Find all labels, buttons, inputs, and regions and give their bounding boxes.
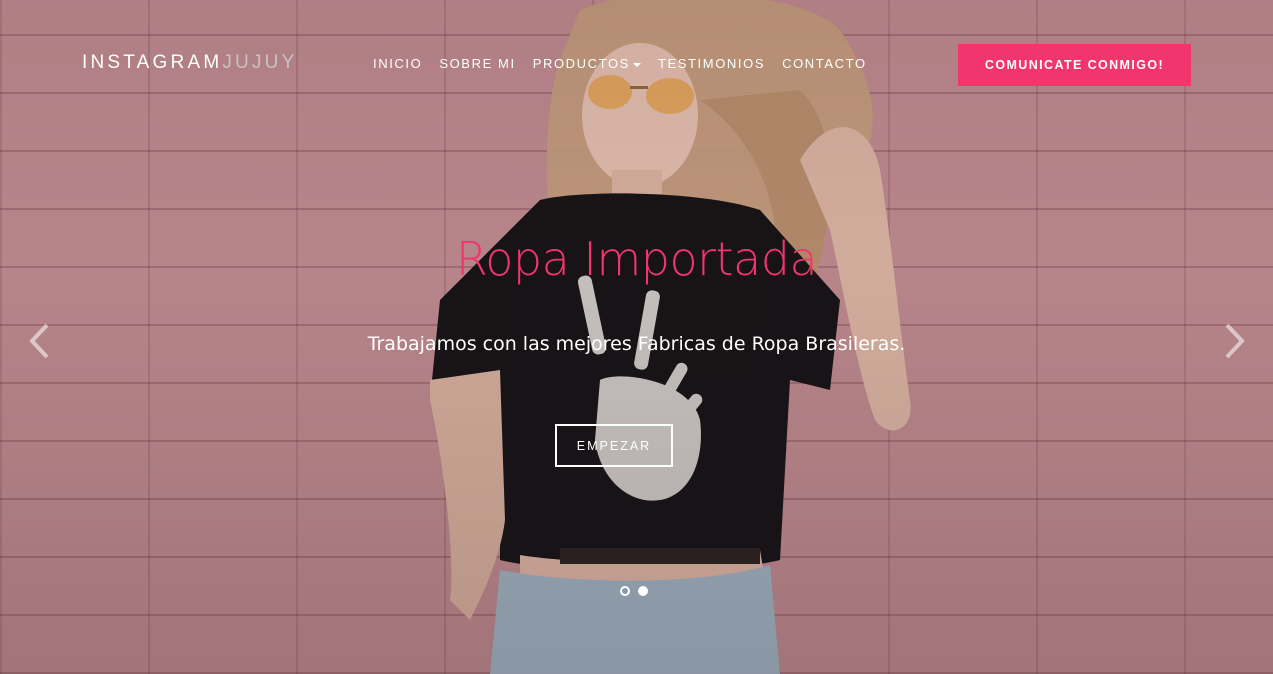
start-button[interactable]: EMPEZAR <box>555 424 673 467</box>
nav-item-contacto[interactable]: CONTACTO <box>782 56 867 71</box>
hero-subtitle: Trabajamos con las mejores Fabricas de R… <box>367 333 906 355</box>
nav-item-sobre-mi[interactable]: SOBRE MI <box>439 56 515 71</box>
carousel-prev-button[interactable] <box>27 322 53 360</box>
brand-main-text: INSTAGRAM <box>82 52 223 73</box>
nav-item-productos[interactable]: PRODUCTOS <box>533 56 641 71</box>
brand-logo[interactable]: INSTAGRAMJUJUY <box>82 52 297 74</box>
brand-accent-text: JUJUY <box>222 52 298 73</box>
hero-title: Ropa Importada <box>455 232 818 286</box>
nav-item-inicio[interactable]: INICIO <box>373 56 422 71</box>
contact-me-button[interactable]: COMUNICATE CONMIGO! <box>958 44 1191 86</box>
carousel-indicators <box>620 586 648 596</box>
chevron-left-icon <box>29 323 49 359</box>
carousel-next-button[interactable] <box>1221 322 1247 360</box>
caret-down-icon <box>632 62 641 67</box>
main-navigation: INICIO SOBRE MI PRODUCTOS TESTIMONIOS CO… <box>373 56 884 71</box>
carousel-indicator-2[interactable] <box>638 586 648 596</box>
nav-item-testimonios[interactable]: TESTIMONIOS <box>658 56 765 71</box>
nav-item-productos-label: PRODUCTOS <box>532 56 630 71</box>
carousel-indicator-1[interactable] <box>620 586 630 596</box>
chevron-right-icon <box>1225 323 1245 359</box>
